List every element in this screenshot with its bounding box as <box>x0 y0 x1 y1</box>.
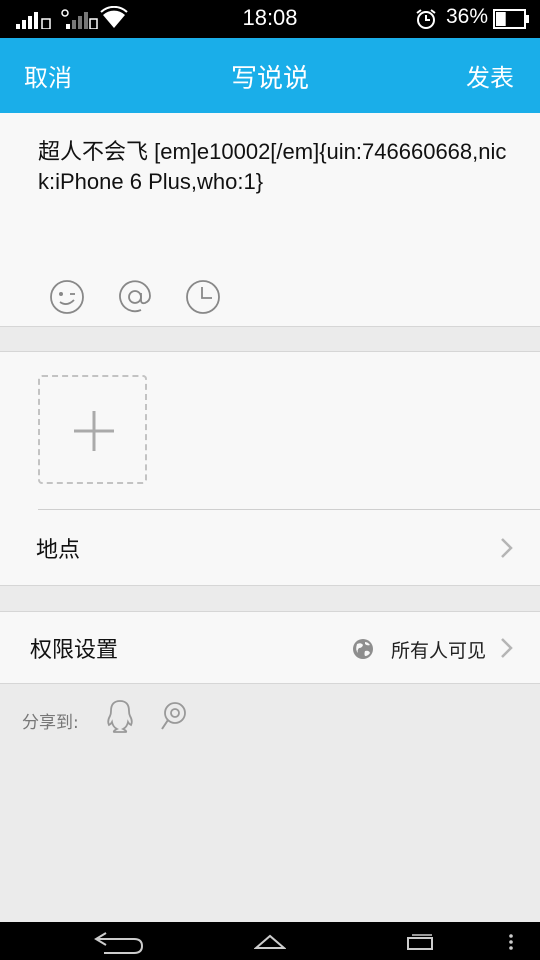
battery-percent: 36% <box>445 5 488 28</box>
battery-fill <box>496 12 506 26</box>
at-icon[interactable] <box>117 279 153 315</box>
location-label: 地点 <box>36 538 81 563</box>
permission-value: 所有人可见 <box>390 640 486 662</box>
permission-row[interactable]: 权限设置 所有人可见 <box>0 612 540 684</box>
alarm-icon <box>416 9 436 29</box>
back-icon[interactable] <box>92 928 148 956</box>
plus-icon <box>74 411 114 451</box>
location-row[interactable]: 地点 <box>0 510 540 585</box>
globe-icon <box>353 639 373 659</box>
status-bar: 18:08 36% <box>0 0 540 38</box>
home-icon[interactable] <box>254 932 286 952</box>
section-gap <box>0 327 540 352</box>
chevron-right-icon <box>501 538 513 558</box>
battery-icon <box>493 9 529 29</box>
qq-icon[interactable] <box>104 699 136 733</box>
publish-button[interactable]: 发表 <box>466 58 514 93</box>
page-title: 写说说 <box>230 64 309 94</box>
add-photo-button[interactable] <box>38 375 147 484</box>
compose-area: 超人不会飞 [em]e10002[/em]{uin:746660668,nick… <box>0 113 540 327</box>
recent-apps-icon[interactable] <box>404 932 436 952</box>
title-bar: 取消 写说说 发表 <box>0 38 540 113</box>
media-section: 地点 <box>0 352 540 586</box>
weibo-icon[interactable] <box>158 700 188 732</box>
section-gap <box>0 586 540 612</box>
menu-icon[interactable] <box>506 932 516 952</box>
share-label: 分享到: <box>22 713 79 733</box>
navigation-bar <box>0 922 540 960</box>
emoji-icon[interactable] <box>49 279 85 315</box>
chevron-right-icon <box>501 638 513 658</box>
post-text-input[interactable]: 超人不会飞 [em]e10002[/em]{uin:746660668,nick… <box>38 137 508 197</box>
permission-label: 权限设置 <box>30 638 119 663</box>
clock-icon[interactable] <box>185 279 221 315</box>
